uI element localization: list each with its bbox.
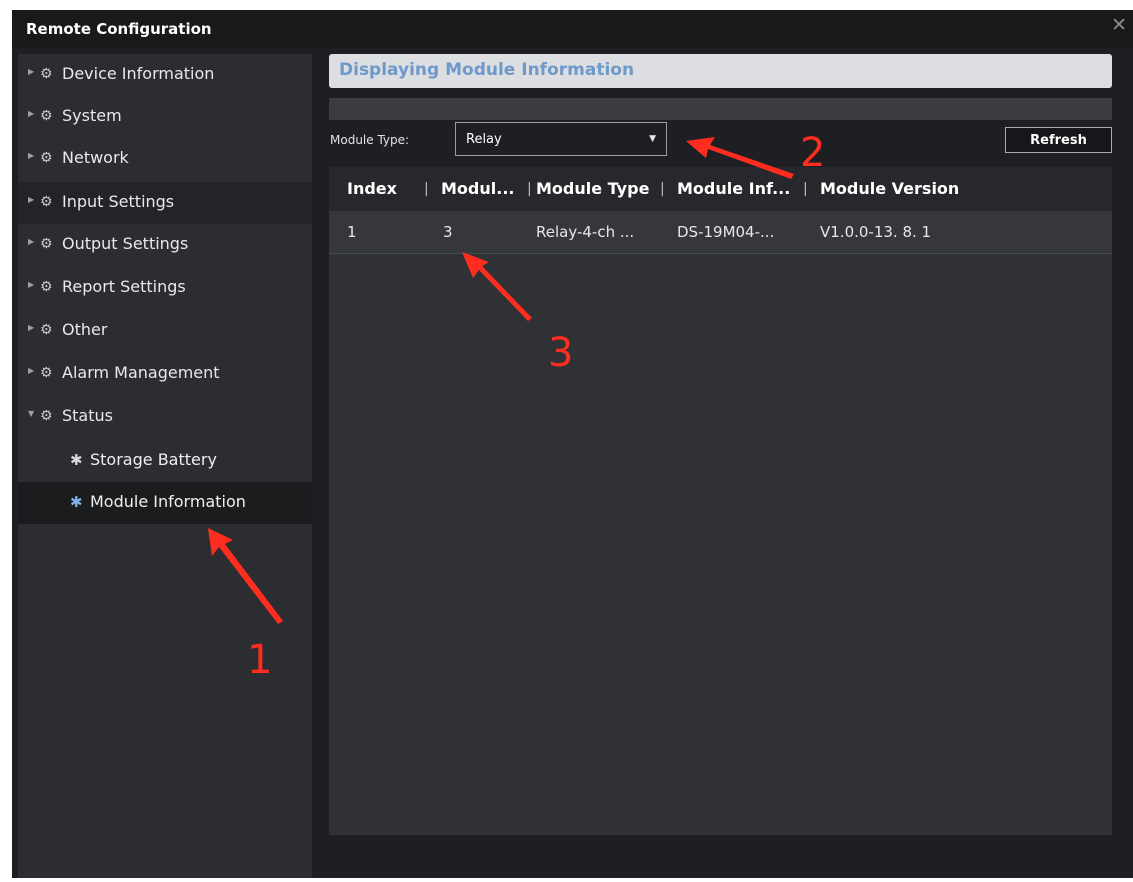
sidebar-item-label: Input Settings: [62, 192, 175, 211]
column-header-module[interactable]: Modul...: [441, 179, 514, 198]
gear-icon: ⚙: [40, 194, 53, 210]
expand-caret-icon[interactable]: ▶: [28, 237, 34, 246]
column-header-module-type[interactable]: Module Type: [536, 179, 649, 198]
sidebar-subitem-module-information[interactable]: ✱ Module Information: [18, 482, 312, 524]
window-title: Remote Configuration: [26, 20, 212, 38]
sidebar-subitem-label: Storage Battery: [90, 450, 217, 469]
collapse-caret-icon[interactable]: ▼: [28, 409, 34, 418]
annotation-number-1: 1: [247, 637, 273, 683]
gear-icon: ⚙: [40, 150, 53, 166]
title-bar: Remote Configuration ✕: [12, 10, 1133, 48]
sidebar-subitem-storage-battery[interactable]: ✱ Storage Battery: [18, 440, 312, 482]
column-divider[interactable]: |: [424, 181, 429, 197]
sidebar-item-label: Device Information: [62, 64, 215, 83]
module-type-dropdown[interactable]: Relay ▼: [455, 122, 667, 156]
sidebar-item-alarm-management[interactable]: ▶ ⚙ Alarm Management: [18, 353, 312, 395]
sidebar-item-label: Report Settings: [62, 277, 186, 296]
close-icon[interactable]: ✕: [1111, 16, 1127, 35]
sidebar-item-label: Alarm Management: [62, 363, 220, 382]
gear-icon: ⚙: [40, 66, 53, 82]
gear-icon: ⚙: [40, 365, 53, 381]
gear-icon: ✱: [70, 493, 83, 511]
sidebar-item-label: Output Settings: [62, 234, 189, 253]
sidebar-item-other[interactable]: ▶ ⚙ Other: [18, 310, 312, 352]
column-divider[interactable]: |: [803, 181, 808, 197]
sidebar-item-label: Network: [62, 148, 129, 167]
sidebar-item-label: Status: [62, 406, 113, 425]
expand-caret-icon[interactable]: ▶: [28, 109, 34, 118]
gear-icon: ✱: [70, 451, 83, 469]
expand-caret-icon[interactable]: ▶: [28, 67, 34, 76]
column-header-module-version[interactable]: Module Version: [820, 179, 959, 198]
cell-module-type: Relay-4-ch ...: [536, 223, 635, 241]
cell-index: 1: [347, 223, 357, 241]
column-header-module-info[interactable]: Module Inf...: [677, 179, 790, 198]
gear-icon: ⚙: [40, 408, 53, 424]
table-row[interactable]: 1 3 Relay-4-ch ... DS-19M04-... V1.0.0-1…: [329, 211, 1112, 254]
sidebar-item-label: System: [62, 106, 122, 125]
annotation-number-3: 3: [548, 330, 574, 376]
gear-icon: ⚙: [40, 236, 53, 252]
sidebar-item-label: Other: [62, 320, 108, 339]
sidebar-item-input-settings[interactable]: ▶ ⚙ Input Settings: [18, 182, 312, 224]
cell-module: 3: [443, 223, 453, 241]
sidebar: ▶ ⚙ Device Information ▶ ⚙ System ▶ ⚙ Ne…: [18, 54, 312, 878]
sidebar-item-output-settings[interactable]: ▶ ⚙ Output Settings: [18, 224, 312, 266]
table-header: Index | Modul... | Module Type | Module …: [329, 167, 1112, 211]
expand-caret-icon[interactable]: ▶: [28, 195, 34, 204]
sidebar-subitem-label: Module Information: [90, 492, 246, 511]
gear-icon: ⚙: [40, 108, 53, 124]
expand-caret-icon[interactable]: ▶: [28, 366, 34, 375]
column-divider[interactable]: |: [660, 181, 665, 197]
page-title: Displaying Module Information: [339, 60, 635, 80]
sidebar-item-system[interactable]: ▶ ⚙ System: [18, 96, 312, 138]
sidebar-item-device-information[interactable]: ▶ ⚙ Device Information: [18, 54, 312, 96]
cell-module-version: V1.0.0-13. 8. 1: [820, 223, 932, 241]
expand-caret-icon[interactable]: ▶: [28, 151, 34, 160]
module-table: Index | Modul... | Module Type | Module …: [329, 167, 1112, 835]
expand-caret-icon[interactable]: ▶: [28, 280, 34, 289]
toolbar-strip: [329, 98, 1112, 120]
chevron-down-icon: ▼: [649, 134, 656, 144]
sidebar-item-status[interactable]: ▼ ⚙ Status: [18, 396, 312, 438]
column-header-index[interactable]: Index: [347, 179, 397, 198]
expand-caret-icon[interactable]: ▶: [28, 323, 34, 332]
sidebar-item-report-settings[interactable]: ▶ ⚙ Report Settings: [18, 267, 312, 309]
column-divider[interactable]: |: [527, 181, 532, 197]
module-type-value: Relay: [466, 132, 502, 147]
refresh-button[interactable]: Refresh: [1005, 127, 1112, 153]
sidebar-item-network[interactable]: ▶ ⚙ Network: [18, 138, 312, 180]
gear-icon: ⚙: [40, 279, 53, 295]
module-type-label: Module Type:: [330, 133, 410, 147]
annotation-number-2: 2: [800, 130, 826, 176]
section-header: Displaying Module Information: [329, 54, 1112, 88]
cell-module-info: DS-19M04-...: [677, 223, 775, 241]
gear-icon: ⚙: [40, 322, 53, 338]
